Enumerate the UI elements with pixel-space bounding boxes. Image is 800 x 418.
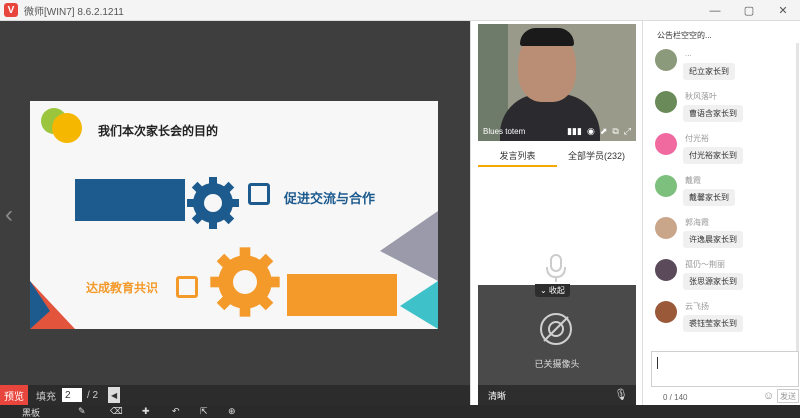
chat-message: 秋风落叶 曹语含家长到 xyxy=(655,91,795,135)
sender-name: 郭海霞 xyxy=(685,218,709,227)
popout-icon[interactable]: ⧉ xyxy=(612,126,618,137)
message-text: 曹语含家长到 xyxy=(683,105,743,122)
message-text: 纪立家长到 xyxy=(683,63,735,80)
tab-speaker-list[interactable]: 发言列表 xyxy=(478,149,557,167)
fill-label[interactable]: 填充 xyxy=(36,388,56,403)
drawing-toolbar: 黑板 ✎ ⌫ ✚ ↶ ⇱ ⊕ xyxy=(0,405,800,418)
eraser-tool-icon[interactable]: ⌫ xyxy=(110,406,123,417)
avatar xyxy=(655,91,677,113)
prev-slide-arrow-icon[interactable]: ‹ xyxy=(5,201,13,229)
signal-icon: ▮▮▮ xyxy=(567,126,582,136)
slide-title: 我们本次家长会的目的 xyxy=(98,124,219,138)
message-text: 张思源家长到 xyxy=(683,273,743,290)
chat-message: 孤仍～荆丽 张思源家长到 xyxy=(655,259,795,303)
participant-tabs: 发言列表 全部学员(232) xyxy=(478,149,636,167)
chat-message: 付光裕 付光裕家长到 xyxy=(655,133,795,177)
decor-left-triangles xyxy=(30,281,75,329)
blue-gear-icon xyxy=(187,177,239,229)
message-text: 付光裕家长到 xyxy=(683,147,743,164)
chat-message: 云飞扬 裘钰莹家长到 xyxy=(655,301,795,345)
camera-off-icon xyxy=(540,313,572,345)
video-controls: ▮▮▮ ◉ ⬈ ⧉ ⤢ xyxy=(567,126,631,137)
speaker-name: Blues totem xyxy=(483,127,526,136)
point-consensus: 达成教育共识 xyxy=(86,281,159,295)
sender-name: ... xyxy=(685,49,692,58)
zoom-tool-icon[interactable]: ⊕ xyxy=(228,406,236,417)
microphone-icon xyxy=(541,253,571,283)
chat-panel: 公告栏空空的... ... 纪立家长到 秋风落叶 曹语含家长到 付光裕 付光裕家… xyxy=(642,21,800,405)
undo-tool-icon[interactable]: ↶ xyxy=(172,406,180,417)
close-button[interactable]: ✕ xyxy=(766,0,800,21)
share-icon[interactable]: ⬈ xyxy=(600,126,608,137)
avatar xyxy=(655,133,677,155)
sender-name: 云飞扬 xyxy=(685,302,709,311)
mic-mute-icon[interactable]: 🎙 xyxy=(614,388,628,401)
title-bar: V 微师[WIN7] 8.6.2.1211 — ▢ ✕ xyxy=(0,0,800,21)
window-controls: — ▢ ✕ xyxy=(698,0,800,21)
send-button[interactable]: 发送 xyxy=(777,389,799,403)
point-communication: 促进交流与合作 xyxy=(284,191,376,206)
page-number-input[interactable]: 2 xyxy=(62,388,82,402)
orange-checkbox-icon xyxy=(176,276,198,298)
chat-message: 郭海霞 许逸晨家长到 xyxy=(655,217,795,261)
presentation-stage: ‹ 我们本次家长会的目的 促进交流与合作 达成教育共识 xyxy=(0,21,470,385)
slide-control-bar: 预览 填充 2 / 2 ◀ xyxy=(0,385,470,405)
chat-message: 戴霞 戴馨家长到 xyxy=(655,175,795,219)
page-prev-button[interactable]: ◀ xyxy=(108,387,121,403)
maximize-button[interactable]: ▢ xyxy=(732,0,766,21)
orange-gear-icon xyxy=(210,247,280,317)
video-person-hair xyxy=(520,28,574,46)
sender-name: 孤仍～荆丽 xyxy=(685,260,725,269)
fullscreen-icon[interactable]: ⤢ xyxy=(624,126,631,137)
avatar xyxy=(655,259,677,281)
chat-message: ... 纪立家长到 xyxy=(655,49,795,93)
blackboard-tool[interactable]: 黑板 xyxy=(22,406,40,418)
chat-input[interactable] xyxy=(651,351,799,387)
sender-name: 付光裕 xyxy=(685,134,709,143)
collapse-button[interactable]: ⌄ 收起 xyxy=(535,284,570,297)
avatar xyxy=(655,49,677,71)
message-text: 许逸晨家长到 xyxy=(683,231,743,248)
blue-block xyxy=(75,179,185,221)
blue-checkbox-icon xyxy=(248,183,270,205)
camera-panel: ⌄ 收起 已关摄像头 xyxy=(478,284,636,385)
camera-bar: 清晰 🎙 xyxy=(478,385,636,405)
message-text: 戴馨家长到 xyxy=(683,189,735,206)
window-title: 微师[WIN7] 8.6.2.1211 xyxy=(24,6,124,18)
pen-tool-icon[interactable]: ✎ xyxy=(78,406,86,417)
text-cursor xyxy=(657,357,658,369)
emoji-icon[interactable]: ☺ xyxy=(763,390,774,402)
quality-label[interactable]: 清晰 xyxy=(488,389,506,402)
minimize-button[interactable]: — xyxy=(698,0,732,21)
sender-name: 秋风落叶 xyxy=(685,92,717,101)
decor-right-triangles xyxy=(380,211,438,329)
chat-scrollbar[interactable] xyxy=(796,43,799,359)
sender-name: 戴霞 xyxy=(685,176,701,185)
tab-all-students[interactable]: 全部学员(232) xyxy=(557,149,636,167)
message-text: 裘钰莹家长到 xyxy=(683,315,743,332)
char-counter: 0 / 140 xyxy=(663,393,688,402)
slide: 我们本次家长会的目的 促进交流与合作 达成教育共识 xyxy=(30,101,438,329)
avatar xyxy=(655,175,677,197)
record-icon[interactable]: ◉ xyxy=(587,126,595,137)
add-tool-icon[interactable]: ✚ xyxy=(142,406,150,417)
avatar xyxy=(655,301,677,323)
app-logo-icon: V xyxy=(4,3,18,17)
teacher-video: Blues totem ▮▮▮ ◉ ⬈ ⧉ ⤢ xyxy=(478,24,636,141)
video-panel: Blues totem ▮▮▮ ◉ ⬈ ⧉ ⤢ 发言列表 全部学员(232) ⌄… xyxy=(470,21,642,405)
pointer-tool-icon[interactable]: ⇱ xyxy=(200,406,208,417)
camera-off-text: 已关摄像头 xyxy=(534,359,580,369)
decor-yellow-circle xyxy=(52,113,82,143)
page-total: / 2 xyxy=(87,389,99,401)
avatar xyxy=(655,217,677,239)
preview-button[interactable]: 预览 xyxy=(0,385,28,405)
notice-board: 公告栏空空的... xyxy=(657,31,712,40)
